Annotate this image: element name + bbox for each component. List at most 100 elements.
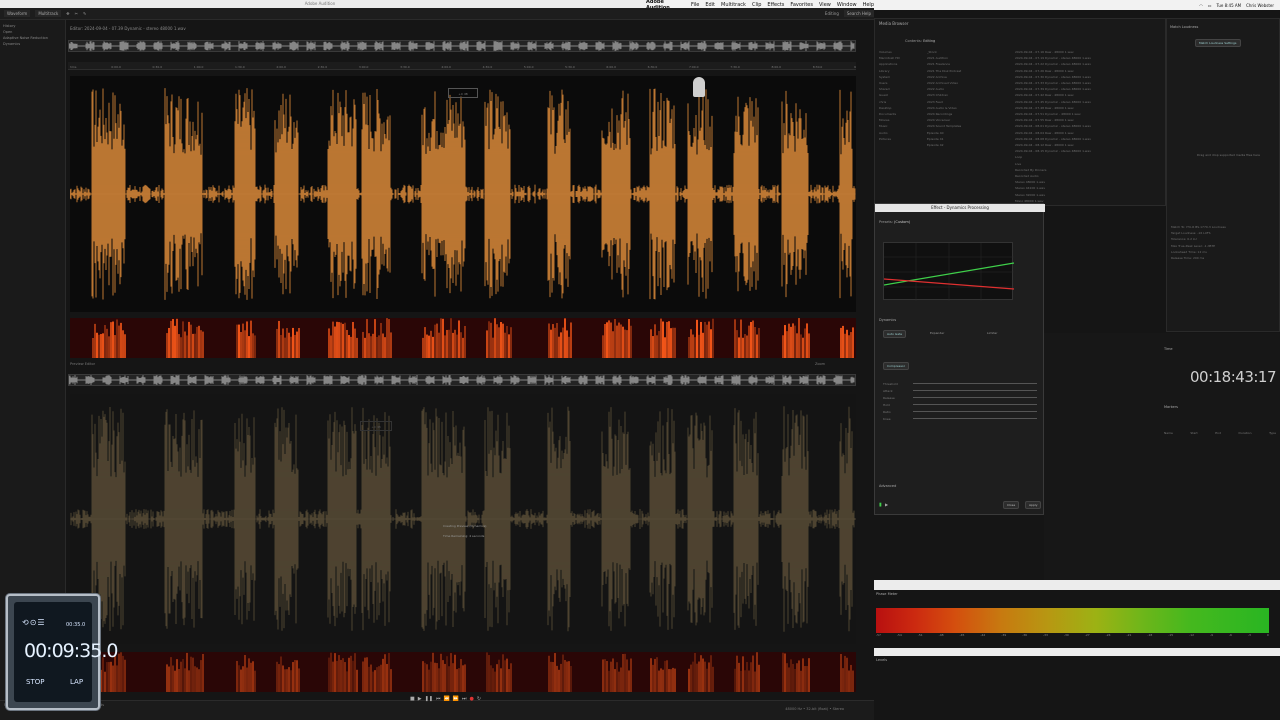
spectral-column <box>706 324 708 358</box>
preview-waveform-svg <box>69 406 856 632</box>
auto-gate-button[interactable]: Auto Gate <box>883 330 907 338</box>
spectral-column <box>202 331 204 358</box>
dynamics-graph[interactable] <box>883 242 1015 301</box>
spectral-column <box>794 325 796 358</box>
status-bar: Multitrack Session Saved was completed i… <box>0 700 874 720</box>
media-tree-item[interactable]: Pictures <box>879 136 919 142</box>
apply-button[interactable]: Apply <box>1025 501 1042 509</box>
battery-icon[interactable]: ▭ <box>1208 3 1212 8</box>
markers-col-duration[interactable]: Duration <box>1239 431 1252 435</box>
ruler-label: 2:30.0 <box>318 65 328 69</box>
spectral-column <box>166 333 168 358</box>
spectral-column <box>296 331 298 358</box>
spectral-column <box>246 321 248 358</box>
spectral-column <box>756 334 758 358</box>
power-toggle-icon[interactable]: ▮ <box>879 502 882 508</box>
presets-dropdown[interactable]: (Custom) <box>894 220 910 224</box>
match-loudness-settings-button[interactable]: Match Loudness Settings <box>1195 39 1241 47</box>
slider-track[interactable] <box>913 404 1037 405</box>
preview-spectral-display[interactable] <box>70 652 856 692</box>
overview-bar[interactable] <box>68 40 856 52</box>
preview-overview-bar[interactable] <box>68 374 856 386</box>
spectral-column <box>390 669 392 692</box>
markers-col-type[interactable]: Type <box>1269 431 1276 435</box>
waveform-display[interactable] <box>69 76 856 312</box>
go-start-icon[interactable]: ⏮ <box>436 696 441 702</box>
compressor-button[interactable]: Compressor <box>883 362 909 370</box>
spectral-column <box>702 658 704 692</box>
stopwatch-lap-button[interactable]: LAP <box>70 678 83 686</box>
workspace-label[interactable]: Editing <box>825 11 839 16</box>
user-name[interactable]: Chris Webster <box>1246 3 1274 8</box>
spectral-column <box>248 336 250 358</box>
spectral-column <box>846 657 848 692</box>
spectral-column <box>852 670 854 692</box>
wifi-icon[interactable]: ◠ <box>1199 3 1203 8</box>
hud-volume-control[interactable]: +0 dB <box>448 88 478 98</box>
go-end-icon[interactable]: ⏭ <box>462 696 467 702</box>
spectral-column <box>700 321 702 358</box>
record-icon[interactable]: ● <box>469 696 473 702</box>
play-preview-icon[interactable]: ▶ <box>885 502 888 507</box>
razor-tool-icon[interactable]: ✂ <box>75 11 78 16</box>
spectral-display[interactable] <box>70 318 856 358</box>
fast-forward-icon[interactable]: ⏩ <box>453 696 459 702</box>
spectral-column <box>370 664 372 692</box>
stopwatch-stop-button[interactable]: STOP <box>26 678 44 686</box>
time-ruler[interactable]: hms 0:00.0 0:30.0 1:00.0 1:30.0 2:00.0 2:30.0 3… <box>68 62 864 70</box>
slider-track[interactable] <box>913 390 1037 391</box>
preview-waveform-display[interactable] <box>69 394 856 644</box>
spectral-column <box>180 337 182 358</box>
move-tool-icon[interactable]: ✥ <box>66 11 69 16</box>
spectral-column <box>450 318 452 358</box>
spectral-column <box>746 335 748 358</box>
close-button[interactable]: Close <box>1003 501 1020 509</box>
ruler-label: 8:00.0 <box>771 65 781 69</box>
play-icon[interactable]: ▶ <box>418 696 422 702</box>
spectral-column <box>168 666 170 692</box>
slider-track[interactable] <box>913 418 1037 419</box>
rewind-icon[interactable]: ⏪ <box>444 696 450 702</box>
meter-scale-label: -51 <box>917 633 923 637</box>
spectral-column <box>750 662 752 692</box>
spectral-column <box>798 660 800 692</box>
brush-tool-icon[interactable]: ✎ <box>83 11 86 16</box>
clock[interactable]: Tue 8:45 AM <box>1217 3 1242 8</box>
tab-waveform[interactable]: Waveform <box>4 10 31 17</box>
loudness-setting-row[interactable]: Release Time: 200 ms <box>1171 255 1277 261</box>
spectral-column <box>424 327 426 358</box>
effect-slider-row: Threshold <box>883 380 1037 387</box>
slider-track[interactable] <box>913 383 1037 384</box>
markers-panel-title: Markers <box>1164 405 1178 409</box>
spectral-column <box>692 661 694 692</box>
spectral-column <box>172 665 174 692</box>
contents-value[interactable]: Editing <box>923 39 935 43</box>
markers-col-end[interactable]: End <box>1215 431 1221 435</box>
markers-col-name[interactable]: Name <box>1164 431 1173 435</box>
spectral-column <box>556 322 558 358</box>
progress-line1: Creating Preview (Dynamics) <box>443 524 487 528</box>
advanced-section[interactable]: Advanced <box>879 484 896 488</box>
spectral-column <box>298 328 300 358</box>
slider-track[interactable] <box>913 397 1037 398</box>
spectral-column <box>504 660 506 692</box>
search-help-input[interactable]: Search Help <box>843 10 874 17</box>
markers-col-start[interactable]: Start <box>1190 431 1197 435</box>
spectral-column <box>654 658 656 692</box>
history-item[interactable]: Dynamics <box>3 41 62 47</box>
spectral-column <box>782 652 784 692</box>
stop-icon[interactable]: ■ <box>410 696 415 702</box>
spectral-column <box>198 325 200 358</box>
spectral-column <box>784 653 786 692</box>
loop-icon[interactable]: ↻ <box>477 696 481 702</box>
playhead-handle[interactable] <box>693 77 705 97</box>
transport-controls: ■ ▶ ❚❚ ⏮ ⏪ ⏩ ⏭ ● ↻ <box>410 695 500 703</box>
spectral-column <box>610 661 612 692</box>
media-folder-item[interactable]: Episode 42 <box>927 142 1007 148</box>
spectral-column <box>202 653 204 692</box>
meter-scale-label: -57 <box>876 633 881 637</box>
tab-multitrack[interactable]: Multitrack <box>35 10 62 17</box>
pause-icon[interactable]: ❚❚ <box>425 696 433 702</box>
spectral-column <box>618 671 620 692</box>
slider-track[interactable] <box>913 411 1037 412</box>
